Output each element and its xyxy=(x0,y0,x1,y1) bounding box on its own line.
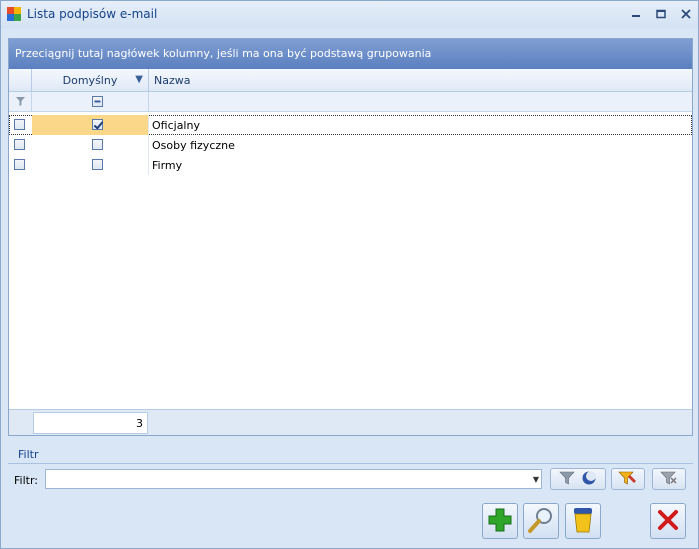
column-header-default[interactable]: Domyślny ▼ xyxy=(32,69,149,92)
maximize-button[interactable] xyxy=(652,6,670,22)
row-select-cell[interactable] xyxy=(9,155,32,175)
row-select-checkbox[interactable] xyxy=(14,139,25,150)
default-cell[interactable] xyxy=(32,135,149,155)
filter-label: Filtr: xyxy=(14,474,38,487)
app-grid-icon xyxy=(7,7,21,21)
plus-icon xyxy=(487,507,513,536)
name-cell[interactable]: Firmy xyxy=(149,155,692,175)
name-cell[interactable]: Osoby fizyczne xyxy=(149,135,692,155)
filter-row-name[interactable] xyxy=(149,92,692,112)
filter-section: Filtr Filtr: ▼ xyxy=(8,444,693,496)
window: Lista podpisów e-mail Przeciągnij tutaj … xyxy=(0,0,699,549)
close-button[interactable] xyxy=(650,503,686,539)
filter-pin-icon xyxy=(15,96,26,110)
filter-icon xyxy=(559,470,575,489)
filter-row-default[interactable] xyxy=(32,92,149,112)
clear-filter-button[interactable] xyxy=(652,468,686,490)
view-button[interactable] xyxy=(523,503,559,539)
sort-down-icon: ▼ xyxy=(135,74,143,85)
delete-button[interactable] xyxy=(565,503,601,539)
default-cell[interactable] xyxy=(32,115,149,135)
row-select-cell[interactable] xyxy=(9,115,32,135)
close-x-icon xyxy=(656,508,680,535)
row-select-cell[interactable] xyxy=(9,135,32,155)
title-bar[interactable]: Lista podpisów e-mail xyxy=(1,1,698,28)
row-indicator-header xyxy=(9,69,32,92)
filter-section-title: Filtr xyxy=(8,444,693,464)
filter-row-indicator[interactable] xyxy=(9,92,32,112)
moon-icon xyxy=(581,470,597,489)
window-close-button[interactable] xyxy=(677,6,695,22)
table-row[interactable]: Osoby fizyczne xyxy=(9,135,692,155)
default-checkbox[interactable] xyxy=(92,159,103,170)
default-cell[interactable] xyxy=(32,155,149,175)
table-row[interactable]: Oficjalny xyxy=(9,115,692,135)
magnifier-icon xyxy=(527,506,555,537)
name-cell[interactable]: Oficjalny xyxy=(149,115,692,135)
row-count: 3 xyxy=(33,412,148,434)
default-checkbox[interactable] xyxy=(92,119,103,130)
add-button[interactable] xyxy=(482,503,518,539)
grid-footer: 3 xyxy=(9,409,692,435)
column-header-default-label: Domyślny xyxy=(62,74,118,87)
row-select-checkbox[interactable] xyxy=(14,159,25,170)
default-checkbox[interactable] xyxy=(92,139,103,150)
trash-icon xyxy=(571,506,595,537)
filter-edit-icon xyxy=(618,470,638,489)
minimize-button[interactable] xyxy=(627,6,645,22)
column-header-name-label: Nazwa xyxy=(154,74,191,87)
advanced-filter-button[interactable] xyxy=(611,468,645,490)
chevron-down-icon[interactable]: ▼ xyxy=(533,475,539,484)
filter-input[interactable]: ▼ xyxy=(45,469,542,489)
column-header-name[interactable]: Nazwa xyxy=(149,69,692,92)
clear-filter-icon xyxy=(660,470,678,489)
apply-filter-button[interactable] xyxy=(550,468,606,490)
filter-default-checkbox[interactable] xyxy=(92,96,103,107)
window-title: Lista podpisów e-mail xyxy=(27,7,158,21)
group-by-band[interactable]: Przeciągnij tutaj nagłówek kolumny, jeśl… xyxy=(9,39,692,69)
row-select-checkbox[interactable] xyxy=(14,119,25,130)
table-row[interactable]: Firmy xyxy=(9,155,692,175)
signatures-grid: Przeciągnij tutaj nagłówek kolumny, jeśl… xyxy=(8,38,693,436)
